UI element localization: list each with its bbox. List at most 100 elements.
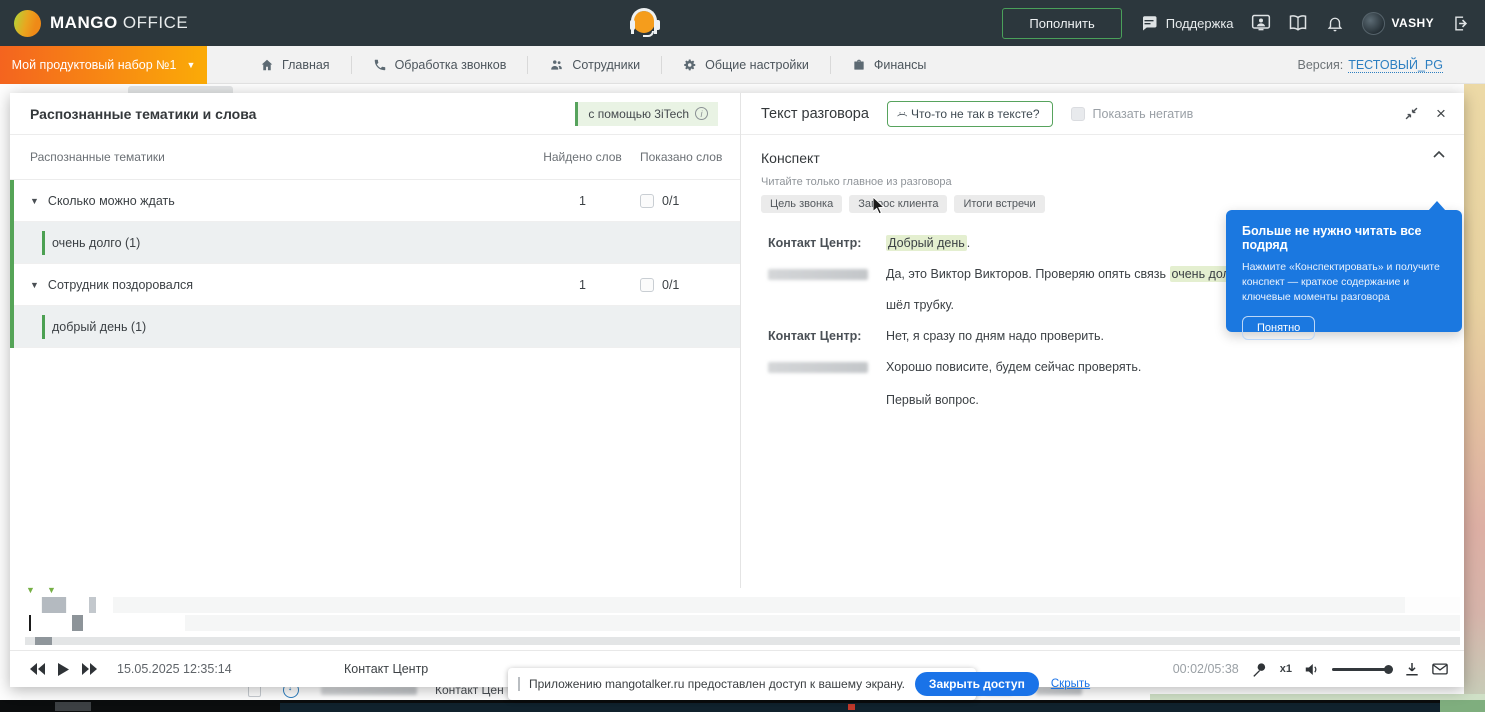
summary-section: Конспект Читайте только главное из разго… (741, 135, 1464, 213)
waveform-track-1[interactable] (25, 597, 1460, 613)
version-link[interactable]: ТЕСТОВЫЙ_PG (1348, 58, 1443, 73)
column-topic: Распознанные тематики (30, 150, 535, 164)
people-icon (549, 58, 564, 72)
waveform-area[interactable]: ▼ ▼ (10, 588, 1464, 650)
show-words-checkbox[interactable] (640, 194, 654, 208)
table-row[interactable]: ▼ Сколько можно ждать 1 0/1 (10, 180, 740, 222)
sad-face-icon: :( (896, 111, 907, 115)
chevron-up-icon[interactable] (1432, 150, 1446, 159)
mango-logo-icon (14, 10, 41, 37)
chip-meeting-results[interactable]: Итоги встречи (954, 195, 1044, 213)
background-scroll-strip (1464, 84, 1485, 700)
engine-badge[interactable]: с помощью 3iTech i (575, 102, 718, 126)
gear-icon (683, 58, 697, 72)
nav-bar: Мой продуктовый набор №1 ▼ Главная Обраб… (0, 46, 1485, 84)
caret-down-icon[interactable]: ▼ (30, 196, 39, 206)
record-datetime: 15.05.2025 12:35:14 (117, 662, 232, 676)
table-row-word[interactable]: очень долго (1) (10, 222, 740, 264)
user-menu[interactable]: VASHY (1362, 12, 1434, 35)
operator-headset-icon[interactable] (630, 7, 660, 39)
forward-button[interactable] (81, 663, 97, 675)
topics-panel: Распознанные тематики и слова с помощью … (10, 93, 741, 588)
product-set-tab[interactable]: Мой продуктовый набор №1 ▼ (0, 46, 207, 84)
brand-light: OFFICE (123, 13, 188, 32)
message-text: Хорошо повисите, будем сейчас проверять. (886, 352, 1141, 385)
close-icon[interactable]: × (1434, 107, 1448, 121)
notifications-bell-icon[interactable] (1325, 13, 1345, 33)
word-marker-icon[interactable]: ▼ (26, 585, 35, 595)
column-shown: Показано слов (630, 150, 740, 164)
volume-knob[interactable] (1384, 665, 1393, 674)
email-icon[interactable] (1432, 663, 1448, 675)
speaker-redacted (768, 259, 886, 321)
message-text: Добрый день. (886, 228, 970, 259)
nav-item-finance[interactable]: Финансы (831, 46, 947, 84)
show-negative-toggle[interactable]: Показать негатив (1071, 107, 1194, 121)
support-button[interactable]: Поддержка (1139, 13, 1234, 33)
os-taskbar-strip (0, 700, 1485, 712)
show-words-checkbox[interactable] (640, 278, 654, 292)
drag-handle[interactable] (518, 677, 520, 691)
scrollbar-thumb[interactable] (35, 637, 52, 645)
playhead-cursor[interactable] (29, 615, 31, 631)
download-icon[interactable] (1405, 662, 1419, 677)
app-screen: Контакт Цен MANGO OFFICE Пополнит (0, 0, 1485, 712)
word-marker-icon[interactable]: ▼ (47, 585, 56, 595)
volume-icon[interactable] (1305, 663, 1319, 676)
playback-speed[interactable]: x1 (1280, 663, 1292, 675)
record-checkbox[interactable] (248, 686, 261, 697)
info-icon[interactable]: i (695, 107, 708, 120)
product-set-label: Мой продуктовый набор №1 (12, 58, 177, 72)
mouse-cursor (873, 197, 886, 216)
tooltip-ok-button[interactable]: Понятно (1242, 316, 1315, 340)
home-icon (260, 58, 274, 72)
summary-hint: Читайте только главное из разговора (761, 176, 1448, 188)
chip-call-goal[interactable]: Цель звонка (761, 195, 842, 213)
remote-assist-icon[interactable] (1251, 13, 1271, 33)
caret-down-icon[interactable]: ▼ (30, 280, 39, 290)
pin-icon[interactable] (1252, 662, 1267, 677)
nav-item-general-settings[interactable]: Общие настройки (662, 46, 830, 84)
waveform-scrollbar[interactable] (25, 637, 1460, 645)
record-date-redacted (321, 686, 417, 695)
playback-time: 00:02/05:38 (1173, 662, 1239, 676)
transcript-panel: Текст разговора :( Что-то не так в текст… (741, 93, 1464, 588)
topup-button[interactable]: Пополнить (1002, 8, 1121, 39)
topics-panel-title: Распознанные тематики и слова (30, 106, 256, 122)
message-text: Да, это Виктор Викторов. Проверяю опять … (886, 259, 1258, 321)
negative-checkbox[interactable] (1071, 107, 1085, 121)
brand-bold: MANGO (50, 13, 118, 32)
chevron-down-icon: ▼ (186, 60, 195, 70)
word-accent-bar (42, 231, 45, 255)
nav-item-home[interactable]: Главная (239, 46, 351, 84)
word-accent-bar (42, 315, 45, 339)
chip-client-request[interactable]: Запрос клиента (849, 195, 947, 213)
nav-item-employees[interactable]: Сотрудники (528, 46, 661, 84)
summary-title: Конспект (761, 150, 1448, 166)
record-download-icon[interactable] (283, 686, 299, 698)
nav-item-call-processing[interactable]: Обработка звонков (352, 46, 528, 84)
record-channel: Контакт Цен (435, 686, 504, 697)
call-analysis-modal: Распознанные тематики и слова с помощью … (10, 93, 1464, 687)
speaker-label: Контакт Центр: (768, 228, 886, 259)
brand-name: MANGO OFFICE (50, 13, 188, 33)
rewind-button[interactable] (30, 663, 46, 675)
stop-sharing-button[interactable]: Закрыть доступ (915, 672, 1039, 696)
logout-icon[interactable] (1451, 13, 1471, 33)
waveform-track-2[interactable] (25, 615, 1460, 631)
collapse-icon[interactable] (1404, 107, 1418, 121)
table-row-word[interactable]: добрый день (1) (10, 306, 740, 348)
message-text: Первый вопрос. (886, 385, 979, 416)
briefcase-icon (852, 58, 866, 72)
chat-icon (1139, 13, 1159, 33)
message-row: Хорошо повисите, будем сейчас проверять. (768, 352, 1428, 385)
table-row[interactable]: ▼ Сотрудник поздоровался 1 0/1 (10, 264, 740, 306)
knowledge-base-icon[interactable] (1288, 13, 1308, 33)
tooltip-body: Нажмите «Конспектировать» и получите кон… (1242, 260, 1446, 306)
hide-banner-link[interactable]: Скрыть (1051, 678, 1090, 690)
feedback-button[interactable]: :( Что-то не так в тексте? (887, 101, 1053, 127)
mango-office-logo[interactable]: MANGO OFFICE (14, 10, 188, 37)
volume-slider[interactable] (1332, 664, 1392, 674)
play-button[interactable] (58, 663, 69, 676)
message-row: Первый вопрос. (768, 385, 1428, 416)
